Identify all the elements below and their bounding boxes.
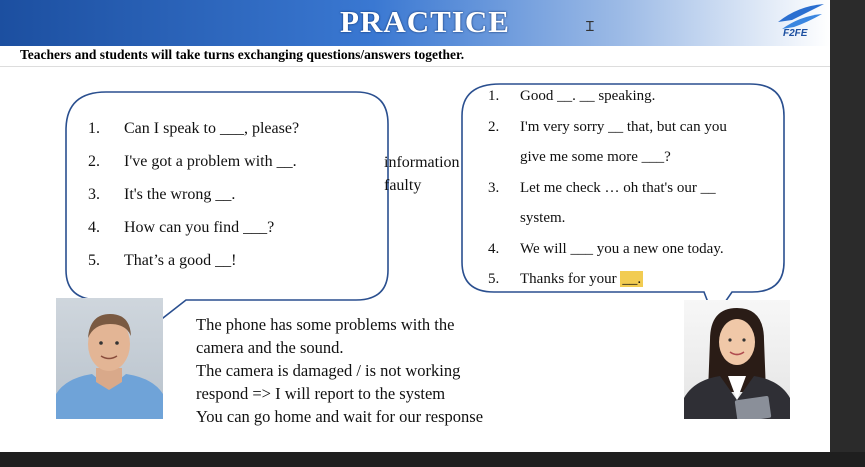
note-line: You can go home and wait for our respons…: [196, 407, 484, 426]
man-figure-icon: [56, 314, 163, 419]
man-photo: [56, 298, 163, 419]
note-line: respond => I will report to the system: [196, 384, 446, 403]
note-line: The camera is damaged / is not working: [196, 361, 461, 380]
woman-figure-icon: [684, 308, 790, 419]
window-edge-right: [830, 0, 865, 467]
highlighted-blank: __.: [620, 271, 644, 287]
note-line: camera and the sound.: [196, 338, 344, 357]
word-bank-item: information: [384, 154, 460, 171]
teacher-notes: The phone has some problems with the cam…: [196, 313, 483, 428]
slide-canvas: PRACTICE Ɪ F2FE Teachers and students wi…: [0, 0, 830, 452]
note-line: The phone has some problems with the: [196, 315, 455, 334]
word-bank-item: faulty: [384, 177, 422, 194]
window-edge-bottom: [0, 452, 865, 467]
woman-photo: [684, 300, 790, 419]
word-bank: information faulty: [384, 151, 460, 197]
